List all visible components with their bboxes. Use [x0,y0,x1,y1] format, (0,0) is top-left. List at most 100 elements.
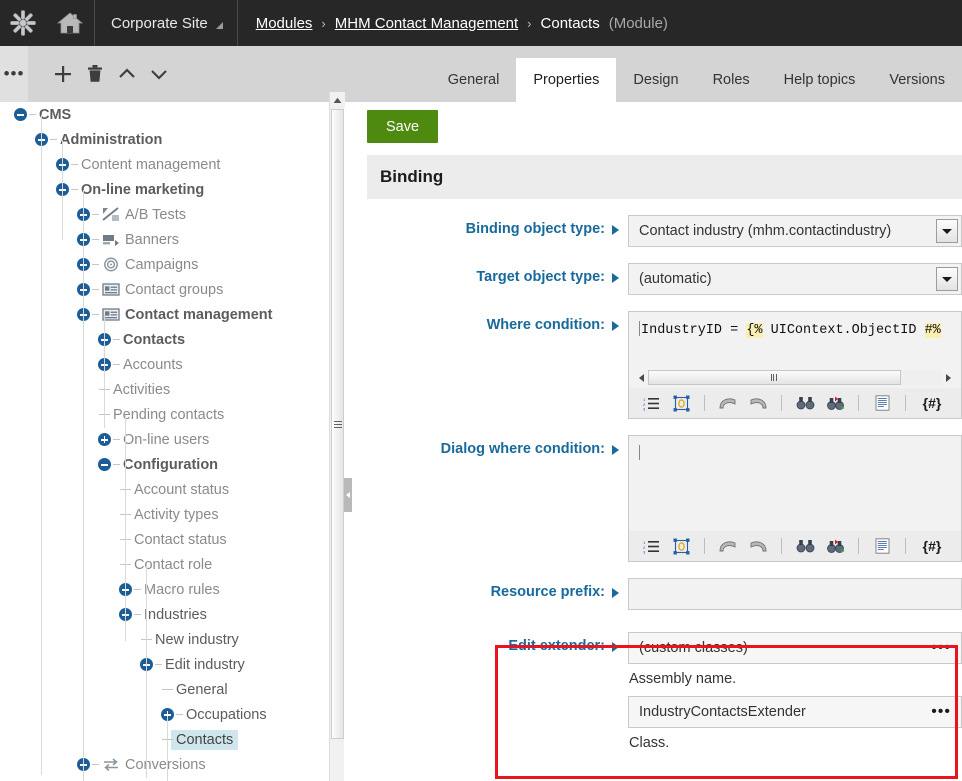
expand-node-icon[interactable] [56,158,69,171]
kentico-asterisk-logo-icon[interactable] [0,0,46,46]
panel-collapse-handle[interactable] [344,478,352,512]
where-condition-editor[interactable]: IndustryID = {% UIContext.ObjectID #% 1 … [628,311,962,419]
site-selector[interactable]: Corporate Site [95,0,237,46]
find-icon[interactable] [795,393,815,413]
insert-list-icon[interactable]: 1 2 3 [641,393,661,413]
expand-node-icon[interactable] [98,433,111,446]
expand-node-icon[interactable] [98,358,111,371]
expand-node-icon[interactable] [77,258,90,271]
dialog-where-condition-editor[interactable]: 1 2 3 {#} [628,435,962,562]
select-node-icon[interactable] [671,393,691,413]
macro-braces-icon[interactable]: {#} [919,536,945,556]
breadcrumb-item-modules[interactable]: Modules [256,15,313,32]
more-actions-button[interactable]: ••• [0,46,28,102]
redo-icon[interactable] [748,536,768,556]
breadcrumb-item-mhm-contact-management[interactable]: MHM Contact Management [335,15,518,32]
dropdown-arrow-button[interactable] [936,219,958,243]
scroll-right-arrow-icon[interactable] [942,370,955,385]
tree-node-contact-groups[interactable]: Contact groups [0,277,330,302]
field-help-triangle-icon[interactable] [612,225,619,235]
tree-node-activity-types[interactable]: Activity types [0,502,330,527]
tree-node-on-line-users[interactable]: On-line users [0,427,330,452]
source-view-icon[interactable] [872,393,892,413]
home-icon[interactable] [46,0,94,46]
collapse-node-icon[interactable] [35,133,48,146]
expand-node-icon[interactable] [119,583,132,596]
editor-horizontal-scrollbar[interactable] [635,369,955,386]
select-node-icon[interactable] [671,536,691,556]
tree-node-edit-industry[interactable]: Edit industry [0,652,330,677]
field-help-triangle-icon[interactable] [612,273,619,283]
collapse-node-icon[interactable] [140,658,153,671]
collapse-node-icon[interactable] [14,108,27,121]
find-replace-icon[interactable] [825,536,845,556]
tab-properties[interactable]: Properties [516,58,617,102]
expand-node-icon[interactable] [77,233,90,246]
tree-node-contacts[interactable]: Contacts [0,727,330,752]
tree-scrollbar-thumb[interactable] [331,109,344,739]
insert-list-icon[interactable]: 1 2 3 [641,536,661,556]
tree-node-contact-management[interactable]: Contact management [0,302,330,327]
tree-node-new-industry[interactable]: New industry [0,627,330,652]
expand-node-icon[interactable] [98,333,111,346]
tab-design[interactable]: Design [616,58,695,102]
tab-help-topics[interactable]: Help topics [767,58,873,102]
new-button[interactable] [46,46,80,102]
delete-button[interactable] [78,46,112,102]
navigation-tree[interactable]: CMS Administration Content management On-li… [0,102,344,781]
tree-node-administration[interactable]: Administration [0,127,330,152]
tree-scrollbar[interactable] [329,92,345,781]
source-view-icon[interactable] [872,536,892,556]
macro-braces-icon[interactable]: {#} [919,393,945,413]
tab-versions[interactable]: Versions [872,58,962,102]
tree-node-cms[interactable]: CMS [0,102,330,127]
tree-node-configuration[interactable]: Configuration [0,452,330,477]
field-help-triangle-icon[interactable] [612,588,619,598]
undo-icon[interactable] [718,393,738,413]
tree-node-macro-rules[interactable]: Macro rules [0,577,330,602]
collapse-node-icon[interactable] [77,308,90,321]
collapse-node-icon[interactable] [56,183,69,196]
tree-node-contacts[interactable]: Contacts [0,327,330,352]
expand-node-icon[interactable] [161,708,174,721]
collapse-node-icon[interactable] [98,458,111,471]
tree-node-banners[interactable]: Banners [0,227,330,252]
tree-node-a-b-tests[interactable]: A/B Tests [0,202,330,227]
field-help-triangle-icon[interactable] [612,445,619,455]
field-help-triangle-icon[interactable] [612,642,619,652]
expand-node-icon[interactable] [77,208,90,221]
dropdown-arrow-button[interactable] [936,267,958,291]
tab-roles[interactable]: Roles [696,58,767,102]
tree-node-campaigns[interactable]: Campaigns [0,252,330,277]
tree-node-activities[interactable]: Activities [0,377,330,402]
resource-prefix-input[interactable] [628,578,962,610]
redo-icon[interactable] [748,393,768,413]
find-icon[interactable] [795,536,815,556]
expand-node-icon[interactable] [77,758,90,771]
collapse-node-icon[interactable] [119,608,132,621]
move-up-button[interactable] [110,46,144,102]
scroll-left-arrow-icon[interactable] [635,370,648,385]
move-down-button[interactable] [142,46,176,102]
target-object-type-select[interactable]: (automatic) [628,263,962,295]
find-replace-icon[interactable] [825,393,845,413]
tree-node-account-status[interactable]: Account status [0,477,330,502]
tree-node-contact-role[interactable]: Contact role [0,552,330,577]
tree-node-on-line-marketing[interactable]: On-line marketing [0,177,330,202]
binding-object-type-select[interactable]: Contact industry (mhm.contactindustry) [628,215,962,247]
tree-node-occupations[interactable]: Occupations [0,702,330,727]
tree-node-general[interactable]: General [0,677,330,702]
edit-extender-assembly-input[interactable]: (custom classes) ••• [628,632,962,664]
tree-node-content-management[interactable]: Content management [0,152,330,177]
tree-node-pending-contacts[interactable]: Pending contacts [0,402,330,427]
edit-extender-class-input[interactable]: IndustryContactsExtender ••• [628,696,962,728]
tree-node-accounts[interactable]: Accounts [0,352,330,377]
hscroll-track[interactable] [648,370,942,385]
scroll-up-arrow-icon[interactable] [330,92,345,108]
dialog-where-condition-code[interactable] [629,436,961,531]
tree-node-industries[interactable]: Industries [0,602,330,627]
field-help-triangle-icon[interactable] [612,321,619,331]
expand-node-icon[interactable] [77,283,90,296]
tree-node-conversions[interactable]: Conversions [0,752,330,777]
tree-node-contact-status[interactable]: Contact status [0,527,330,552]
